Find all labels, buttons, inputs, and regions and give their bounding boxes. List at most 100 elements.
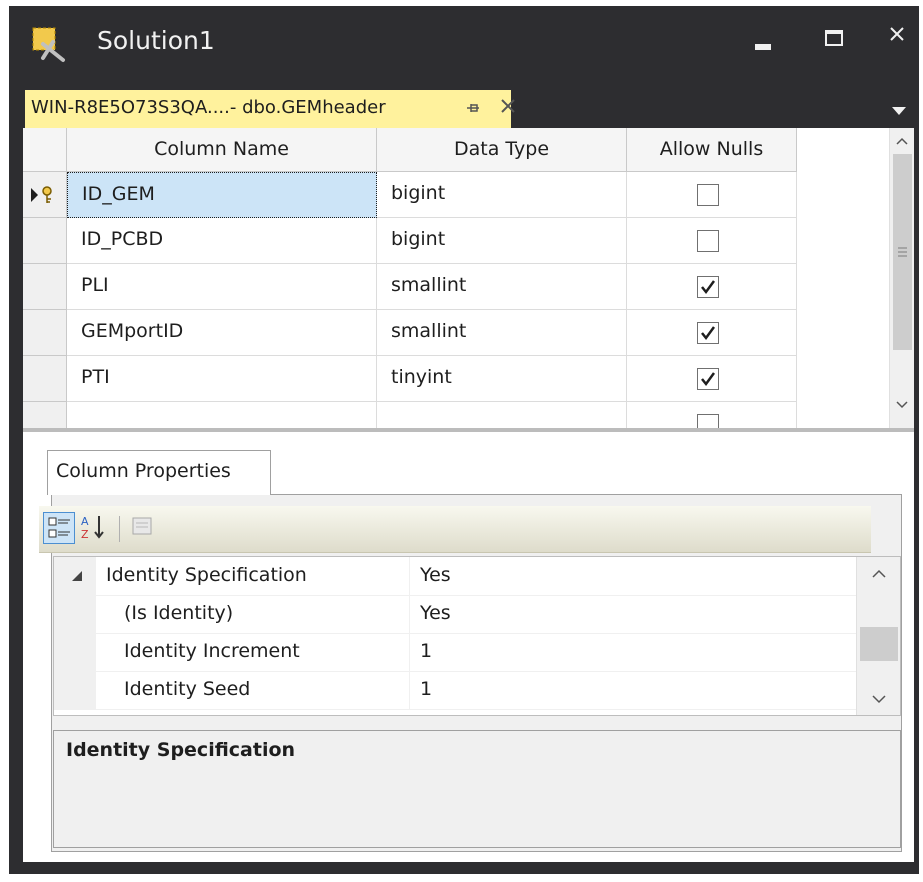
column-name-cell[interactable] [67,402,377,428]
allow-nulls-cell[interactable] [627,310,797,356]
data-type-cell[interactable]: smallint [377,310,627,356]
checkmark-icon [701,372,716,387]
property-description: Identity Specification [53,730,901,848]
column-name-cell[interactable]: ID_GEM [67,172,377,218]
allow-nulls-checkbox[interactable] [697,368,719,390]
property-name: (Is Identity) [124,602,234,624]
property-pages-button[interactable] [127,512,159,544]
property-name: Identity Specification [106,564,307,586]
row-selector[interactable] [23,310,67,356]
property-row[interactable]: (Is Identity) Yes [54,595,856,634]
column-name-cell[interactable]: PTI [67,356,377,402]
categorized-icon [48,517,70,538]
property-grid-scrollbar[interactable] [856,557,900,715]
maximize-icon [825,30,843,46]
toolbar-separator [119,516,120,542]
close-window-button[interactable] [873,14,923,64]
alphabetical-sort-icon: A Z [81,515,104,541]
column-name-cell[interactable]: GEMportID [67,310,377,356]
ssms-window: Solution1 WIN-R8E5O73S3QA....- dbo.GEMhe… [9,6,919,874]
document-tab-label: WIN-R8E5O73S3QA....- dbo.GEMheader [31,97,386,118]
row-selector[interactable] [23,264,67,310]
primary-key-icon [31,186,52,203]
property-name: Identity Increment [124,640,300,662]
property-row[interactable]: Identity Specification Yes [54,557,856,596]
row-selector[interactable] [23,172,67,218]
document-tab[interactable]: WIN-R8E5O73S3QA....- dbo.GEMheader [25,90,515,128]
chevron-down-icon[interactable] [889,104,909,118]
column-name-header[interactable]: Column Name [67,128,377,172]
table-row[interactable]: PTI tinyint [23,356,813,402]
property-value[interactable]: Yes [409,557,856,595]
categorized-button[interactable] [43,512,75,544]
property-pages-icon [132,517,152,535]
chevron-up-icon [896,137,908,145]
scrollbar-graphics [860,569,898,704]
allow-nulls-checkbox[interactable] [697,230,719,252]
allow-nulls-cell[interactable] [627,172,797,218]
scrollbar-thumb [860,627,898,661]
maximize-button[interactable] [809,14,859,64]
allow-nulls-header[interactable]: Allow Nulls [627,128,797,172]
table-row[interactable]: ID_PCBD bigint [23,218,813,264]
window-title: Solution1 [97,26,215,55]
tools-icon [32,27,65,62]
description-title: Identity Specification [66,739,296,761]
table-row-empty[interactable] [23,402,813,428]
minimize-icon [755,44,771,50]
allow-nulls-cell[interactable] [627,356,797,402]
allow-nulls-cell[interactable] [627,264,797,310]
allow-nulls-cell[interactable] [627,402,797,428]
property-row[interactable]: Identity Seed 1 [54,671,856,710]
property-value[interactable]: 1 [409,671,856,709]
expand-gutter [54,671,96,709]
alphabetical-button[interactable]: A Z [79,512,111,544]
property-name: Identity Seed [124,678,251,700]
chevron-down-icon [896,401,908,409]
property-value[interactable]: Yes [409,595,856,633]
svg-text:A: A [81,515,89,528]
column-properties-panel: Column Properties A Z Identity Specifica… [23,432,914,862]
document-tabstrip: WIN-R8E5O73S3QA....- dbo.GEMheader [9,90,919,128]
data-type-cell[interactable]: tinyint [377,356,627,402]
table-designer-grid: Column Name Data Type Allow Nulls ID_GEM… [23,128,914,428]
table-row[interactable]: ID_GEM bigint [23,172,813,218]
allow-nulls-checkbox[interactable] [697,184,719,206]
data-type-cell[interactable] [377,402,627,428]
chevron-down-icon [872,695,886,704]
pin-icon[interactable] [465,99,481,117]
checkmark-icon [701,326,716,341]
row-selector[interactable] [23,402,67,428]
allow-nulls-cell[interactable] [627,218,797,264]
title-bar[interactable]: Solution1 [9,6,919,84]
expand-gutter[interactable] [54,557,96,595]
property-grid: Identity Specification Yes (Is Identity)… [53,556,901,716]
expand-gutter [54,633,96,671]
properties-toolbar: A Z [39,506,871,553]
allow-nulls-checkbox[interactable] [697,322,719,344]
expand-gutter [54,595,96,633]
checkmark-icon [701,280,716,295]
allow-nulls-checkbox[interactable] [697,414,719,428]
minimize-button[interactable] [737,14,787,64]
data-type-header[interactable]: Data Type [377,128,627,172]
close-icon[interactable] [499,97,517,115]
allow-nulls-checkbox[interactable] [697,276,719,298]
column-name-cell[interactable]: PLI [67,264,377,310]
tab-column-properties[interactable]: Column Properties [47,450,271,495]
row-selector[interactable] [23,218,67,264]
row-selector-header [23,128,67,172]
row-selector[interactable] [23,356,67,402]
data-type-cell[interactable]: smallint [377,264,627,310]
svg-text:Z: Z [81,528,89,541]
designer-scrollbar[interactable] [889,128,914,428]
property-value[interactable]: 1 [409,633,856,671]
column-name-cell[interactable]: ID_PCBD [67,218,377,264]
scrollbar-graphics [893,137,912,409]
table-row[interactable]: PLI smallint [23,264,813,310]
data-type-cell[interactable]: bigint [377,172,627,218]
close-icon [890,27,904,41]
property-row[interactable]: Identity Increment 1 [54,633,856,672]
data-type-cell[interactable]: bigint [377,218,627,264]
table-row[interactable]: GEMportID smallint [23,310,813,356]
